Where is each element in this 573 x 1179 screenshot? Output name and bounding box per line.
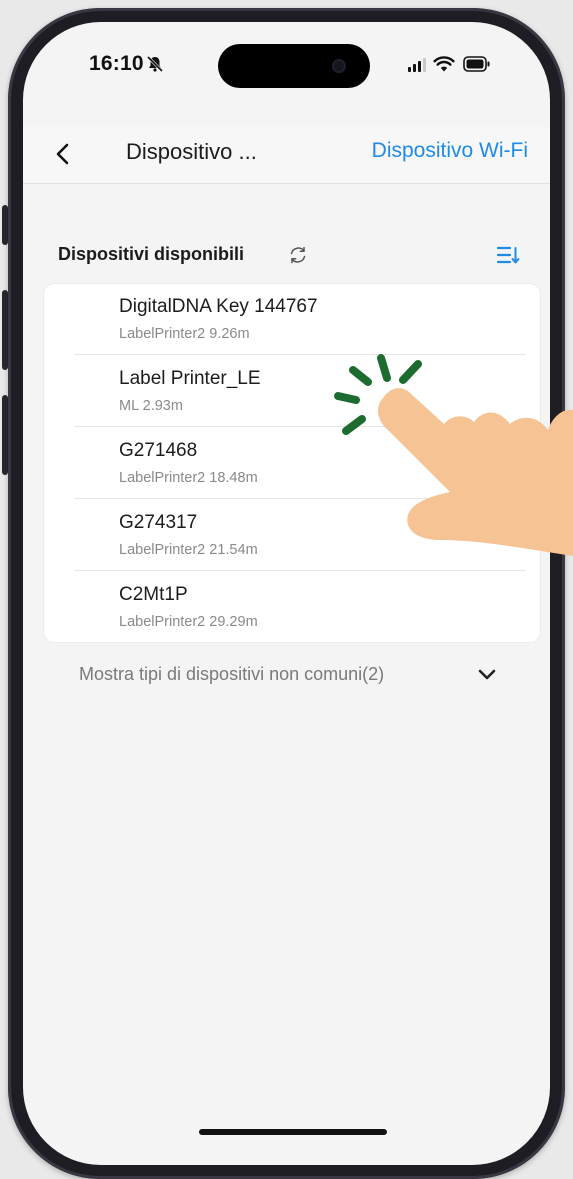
device-item[interactable]: G271468 LabelPrinter2 18.48m <box>44 428 540 499</box>
dynamic-island <box>218 44 370 88</box>
battery-icon <box>463 56 490 72</box>
phone-frame: 16:10 Dispositivo ... Dispositivo Wi-Fi … <box>0 0 573 1179</box>
page-title: Dispositivo ... <box>126 139 257 164</box>
sort-icon[interactable] <box>495 242 521 268</box>
divider <box>74 498 526 499</box>
device-meta: LabelPrinter2 18.48m <box>119 470 258 486</box>
wifi-icon <box>433 56 455 72</box>
device-name: G271468 <box>119 440 198 461</box>
device-item[interactable]: C2Mt1P LabelPrinter2 29.29m <box>44 572 540 643</box>
back-icon[interactable] <box>53 141 73 167</box>
device-name: Label Printer_LE <box>119 368 261 389</box>
refresh-icon[interactable] <box>287 244 309 266</box>
divider <box>74 570 526 571</box>
divider <box>74 426 526 427</box>
device-item[interactable]: G274317 LabelPrinter2 21.54m <box>44 500 540 571</box>
home-indicator <box>199 1129 387 1135</box>
camera-icon <box>332 59 346 73</box>
device-list: DigitalDNA Key 144767 LabelPrinter2 9.26… <box>44 284 540 642</box>
device-meta: LabelPrinter2 9.26m <box>119 326 250 342</box>
device-name: G274317 <box>119 512 198 533</box>
section-title: Dispositivi disponibili <box>58 244 245 264</box>
section-header: Dispositivi disponibili <box>23 237 550 277</box>
bell-muted-icon <box>146 55 164 73</box>
nav-bar: Dispositivo ... Dispositivo Wi-Fi <box>23 127 550 184</box>
device-item[interactable]: Label Printer_LE ML 2.93m <box>44 356 540 427</box>
wifi-device-link[interactable]: Dispositivo Wi-Fi <box>372 139 528 163</box>
signal-icon <box>408 58 426 72</box>
device-name: DigitalDNA Key 144767 <box>119 296 318 317</box>
status-time: 16:10 <box>89 52 144 75</box>
chevron-down-icon[interactable] <box>476 665 498 685</box>
device-meta: ML 2.93m <box>119 398 183 414</box>
device-name: C2Mt1P <box>119 584 188 605</box>
device-meta: LabelPrinter2 29.29m <box>119 614 258 630</box>
device-item[interactable]: DigitalDNA Key 144767 LabelPrinter2 9.26… <box>44 284 540 355</box>
divider <box>74 354 526 355</box>
phone-screen: 16:10 Dispositivo ... Dispositivo Wi-Fi … <box>23 22 550 1165</box>
device-meta: LabelPrinter2 21.54m <box>119 542 258 558</box>
status-bar: 16:10 <box>23 22 550 122</box>
show-uncommon-devices[interactable]: Mostra tipi di dispositivi non comuni(2) <box>79 664 384 685</box>
